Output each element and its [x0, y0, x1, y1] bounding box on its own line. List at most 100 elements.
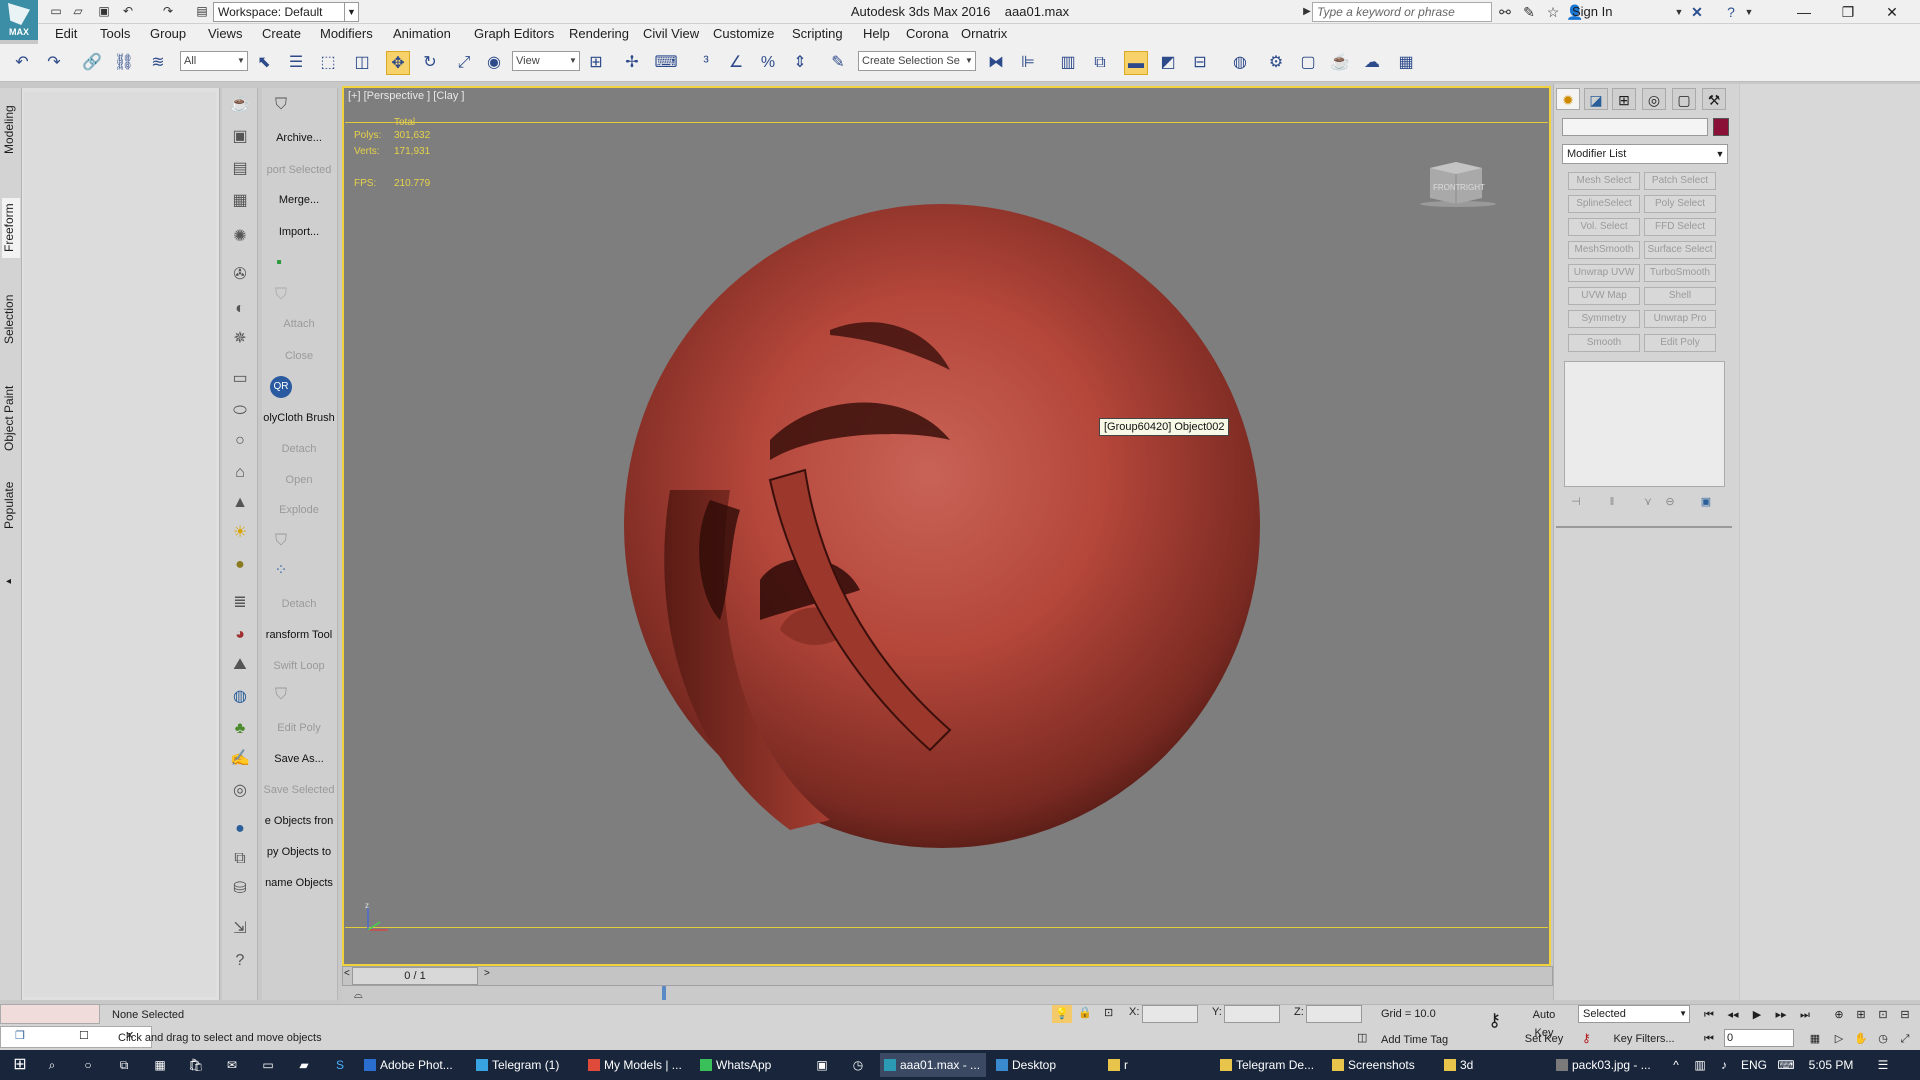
modifier-uvw-map[interactable]: UVW Map: [1568, 287, 1640, 305]
named-selection-set-dropdown[interactable]: Create Selection Se ▼: [858, 51, 976, 71]
brush-icon[interactable]: ✍: [229, 748, 251, 770]
sign-in-button[interactable]: Sign In: [1572, 4, 1612, 19]
tool-polycloth-brush[interactable]: olyCloth Brush: [262, 412, 336, 424]
modifier-mesh-select[interactable]: Mesh Select: [1568, 172, 1640, 190]
menu-animation[interactable]: Animation: [393, 26, 451, 41]
maximize-viewport-icon[interactable]: ⤢: [1896, 1030, 1914, 1048]
reference-coordinate-dropdown[interactable]: View ▼: [512, 51, 580, 71]
taskbar-desktop[interactable]: Desktop: [992, 1053, 1098, 1077]
render-setup-icon[interactable]: ⚙: [1264, 51, 1288, 75]
close-icon[interactable]: ✕: [1870, 0, 1914, 24]
z-coordinate-field[interactable]: [1306, 1005, 1362, 1023]
taskbar-3d-folder[interactable]: 3d: [1440, 1053, 1546, 1077]
chevron-down-icon[interactable]: ▼: [1670, 3, 1688, 21]
globe-icon[interactable]: ◍: [229, 686, 251, 708]
modifier-list-dropdown[interactable]: Modifier List ▼: [1562, 144, 1728, 164]
cortana-icon[interactable]: ○: [76, 1053, 100, 1077]
menu-corona[interactable]: Corona: [906, 26, 949, 41]
menu-group[interactable]: Group: [150, 26, 186, 41]
angle-snap-icon[interactable]: ∠: [724, 51, 748, 75]
light-icon[interactable]: ✺: [229, 226, 251, 248]
ribbon-tab-populate[interactable]: Populate: [2, 476, 20, 534]
tool-explode[interactable]: Explode: [262, 504, 336, 516]
modifier-patch-select[interactable]: Patch Select: [1644, 172, 1716, 190]
ellipse-icon[interactable]: ⬭: [229, 400, 251, 422]
hierarchy-tab-icon[interactable]: ⊞: [1612, 88, 1636, 110]
pin-stack-icon[interactable]: ⊣: [1568, 494, 1584, 510]
mirror-icon[interactable]: ⧓: [984, 51, 1008, 75]
skype-icon[interactable]: S: [328, 1053, 352, 1077]
ribbon-tab-modeling[interactable]: Modeling: [2, 100, 20, 160]
windows-start-icon[interactable]: ⊞: [8, 1053, 32, 1077]
menu-edit[interactable]: Edit: [55, 26, 77, 41]
track-bar[interactable]: [342, 986, 1553, 1006]
time-configuration-icon[interactable]: ▦: [1806, 1030, 1824, 1048]
select-and-scale-icon[interactable]: ⤢: [452, 51, 476, 75]
modifier-stack[interactable]: [1564, 361, 1725, 487]
paint-bucket-icon[interactable]: ⛁: [229, 878, 251, 900]
time-prev-icon[interactable]: <: [344, 968, 350, 979]
tool-detach-2[interactable]: Detach: [262, 598, 336, 610]
volume-icon[interactable]: ♪: [1714, 1053, 1734, 1077]
select-object-icon[interactable]: ⬉: [252, 51, 276, 75]
selection-region-icon[interactable]: ⬚: [316, 51, 340, 75]
tool-transform-tool[interactable]: ransform Tool: [262, 629, 336, 641]
exchange-apps-icon[interactable]: ✕: [1688, 3, 1706, 21]
previous-frame-icon[interactable]: ◂◂: [1724, 1006, 1742, 1024]
minimize-icon[interactable]: —: [1782, 0, 1826, 24]
zoom-icon[interactable]: ⊕: [1830, 1006, 1848, 1024]
object-color-swatch[interactable]: [1713, 118, 1729, 136]
keyboard-icon[interactable]: ⌨: [1776, 1053, 1796, 1077]
sun-icon[interactable]: ☀: [229, 522, 251, 544]
exit-icon[interactable]: ⇲: [229, 918, 251, 940]
schematic-view-icon[interactable]: ⊟: [1188, 51, 1212, 75]
taskbar-telegram[interactable]: Telegram (1): [472, 1053, 578, 1077]
taskbar-whatsapp[interactable]: WhatsApp: [696, 1053, 802, 1077]
tool-attach[interactable]: Attach: [262, 318, 336, 330]
open-file-icon[interactable]: ▱: [70, 3, 86, 19]
set-key-button[interactable]: Set Key: [1522, 1030, 1566, 1048]
time-tag-icon[interactable]: ◫: [1357, 1031, 1367, 1044]
configure-modifier-sets-icon[interactable]: ▣: [1698, 494, 1714, 510]
motion-tab-icon[interactable]: ◎: [1642, 88, 1666, 110]
menu-customize[interactable]: Customize: [713, 26, 774, 41]
modifier-poly-select[interactable]: Poly Select: [1644, 195, 1716, 213]
manipulate-icon[interactable]: ✢: [620, 51, 644, 75]
favorites-star-icon[interactable]: ☆: [1544, 3, 1562, 21]
bind-space-warp-icon[interactable]: ≋: [146, 51, 170, 75]
key-filters-button[interactable]: Key Filters...: [1600, 1029, 1688, 1049]
modifier-ffd-select[interactable]: FFD Select: [1644, 218, 1716, 236]
save-file-icon[interactable]: ▣: [96, 3, 112, 19]
action-center-icon[interactable]: ☰: [1868, 1053, 1898, 1077]
curve-editor-icon[interactable]: ◩: [1156, 51, 1180, 75]
tool-close[interactable]: Close: [262, 350, 336, 362]
percent-snap-icon[interactable]: %: [756, 51, 780, 75]
tool-export-selected[interactable]: port Selected: [262, 164, 336, 176]
modifier-meshsmooth[interactable]: MeshSmooth: [1568, 241, 1640, 259]
tool-open[interactable]: Open: [262, 474, 336, 486]
tool-archive[interactable]: Archive...: [262, 132, 336, 144]
taskbar-3dsmax[interactable]: aaa01.max - ...: [880, 1053, 986, 1077]
scene-explorer-icon[interactable]: ▥: [1056, 51, 1080, 75]
menu-views[interactable]: Views: [208, 26, 242, 41]
select-and-place-icon[interactable]: ◉: [482, 51, 506, 75]
y-coordinate-field[interactable]: [1224, 1005, 1280, 1023]
create-tab-icon[interactable]: ✹: [1556, 88, 1580, 110]
modifier-vol-select[interactable]: Vol. Select: [1568, 218, 1640, 236]
tool-merge[interactable]: Merge...: [262, 194, 336, 206]
sphere-material-icon[interactable]: ●: [229, 554, 251, 576]
select-and-rotate-icon[interactable]: ↻: [418, 51, 442, 75]
edit-named-selection-icon[interactable]: ✎: [826, 51, 850, 75]
material-editor-icon[interactable]: ◍: [1228, 51, 1252, 75]
copy-icon[interactable]: ⧉: [229, 848, 251, 870]
modifier-edit-poly[interactable]: Edit Poly: [1644, 334, 1716, 352]
redo-icon[interactable]: ↷: [160, 3, 176, 19]
help-icon[interactable]: ?: [229, 950, 251, 972]
undo-icon[interactable]: ↶: [10, 51, 34, 75]
chevron-down-icon[interactable]: ▼: [1740, 3, 1758, 21]
language-indicator[interactable]: ENG: [1738, 1053, 1770, 1077]
viewport-label[interactable]: [+] [Perspective ] [Clay ]: [348, 90, 464, 102]
tool-rename-objects[interactable]: name Objects: [262, 877, 336, 889]
viewcube-right-label[interactable]: RIGHT: [1460, 183, 1485, 192]
viewcube[interactable]: FRONT RIGHT: [1420, 148, 1500, 208]
